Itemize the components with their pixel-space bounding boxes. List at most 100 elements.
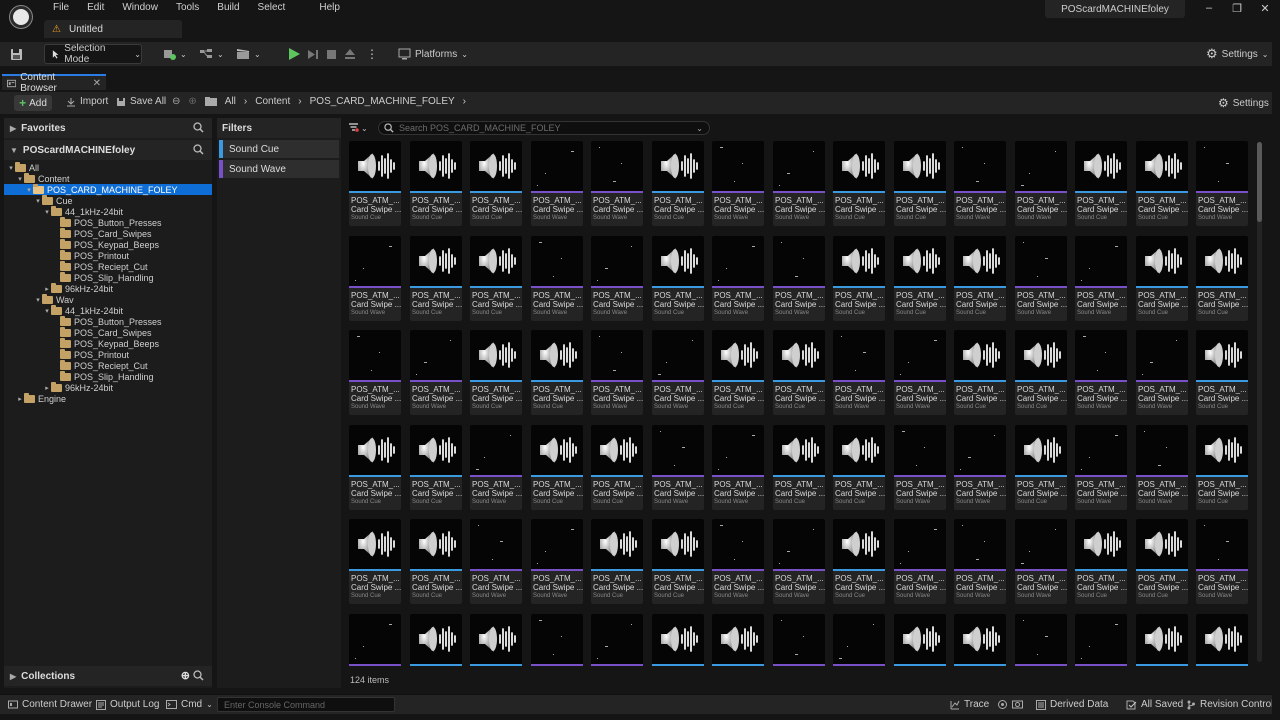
sound-cue-asset-tile[interactable]: POS_ATM_...Card Swipe ...Sound Cue — [1196, 425, 1248, 510]
sound-cue-asset-tile[interactable]: POS_ATM_...Card Swipe ...Sound Cue — [652, 519, 704, 604]
sound-wave-asset-tile[interactable]: POS_ATM_...Card Swipe ...Sound Wave — [894, 330, 946, 415]
add-content-button[interactable]: ⌄ — [162, 44, 187, 64]
close-window-icon[interactable]: ✕ — [1258, 2, 1272, 15]
sound-cue-asset-tile[interactable]: POS_ATM_...Card Swipe ...Sound Cue — [410, 614, 462, 666]
sound-cue-asset-tile[interactable]: POS_ATM_...Card Swipe ...Sound Cue — [954, 236, 1006, 321]
sound-cue-asset-tile[interactable]: POS_ATM_...Card Swipe ...Sound Cue — [652, 236, 704, 321]
sound-cue-asset-tile[interactable]: POS_ATM_...Card Swipe ...Sound Cue — [712, 330, 764, 415]
sound-wave-asset-tile[interactable]: POS_ATM_...Card Swipe ...Sound Wave — [833, 614, 885, 666]
sound-wave-asset-tile[interactable]: POS_ATM_...Card Swipe ...Sound Wave — [652, 425, 704, 510]
sound-wave-asset-tile[interactable]: POS_ATM_...Card Swipe ...Sound Wave — [1136, 330, 1188, 415]
sound-wave-asset-tile[interactable]: POS_ATM_...Card Swipe ...Sound Wave — [1196, 141, 1248, 226]
save-all-button[interactable]: Save All — [116, 96, 166, 107]
sound-wave-asset-tile[interactable]: POS_ATM_...Card Swipe ...Sound Wave — [591, 614, 643, 666]
filter-dropdown-button[interactable]: ⌄ — [348, 121, 372, 135]
chevron-right-icon[interactable]: ▸ — [43, 384, 51, 392]
sound-wave-asset-tile[interactable]: POS_ATM_...Card Swipe ...Sound Wave — [1015, 519, 1067, 604]
collections-header[interactable]: ▶ Collections ⊕ — [4, 666, 212, 686]
sound-wave-asset-tile[interactable]: POS_ATM_...Card Swipe ...Sound Wave — [954, 519, 1006, 604]
sound-cue-asset-tile[interactable]: POS_ATM_...Card Swipe ...Sound Cue — [712, 614, 764, 666]
folder-tree-item[interactable]: POS_Printout — [4, 348, 212, 360]
sound-cue-asset-tile[interactable]: POS_ATM_...Card Swipe ...Sound Cue — [1196, 614, 1248, 666]
minimize-icon[interactable]: – — [1202, 2, 1216, 15]
restore-icon[interactable]: ❐ — [1230, 2, 1244, 15]
search-icon[interactable] — [193, 144, 204, 155]
more-options-icon[interactable]: ⋮ — [366, 44, 378, 64]
sound-wave-asset-tile[interactable]: POS_ATM_...Card Swipe ...Sound Wave — [712, 425, 764, 510]
sound-cue-asset-tile[interactable]: POS_ATM_...Card Swipe ...Sound Cue — [349, 425, 401, 510]
output-log-button[interactable]: Output Log — [96, 699, 159, 710]
sound-cue-asset-tile[interactable]: POS_ATM_...Card Swipe ...Sound Cue — [470, 614, 522, 666]
content-browser-settings-button[interactable]: ⚙ Settings — [1218, 96, 1269, 110]
sound-wave-asset-tile[interactable]: POS_ATM_...Card Swipe ...Sound Wave — [1196, 519, 1248, 604]
folder-tree-item[interactable]: ▾ 44_1kHz-24bit — [4, 205, 212, 217]
folder-tree-item[interactable]: ▸ 96kHz-24bit — [4, 381, 212, 393]
chevron-down-icon[interactable]: ▾ — [7, 164, 15, 172]
sound-wave-asset-tile[interactable]: POS_ATM_...Card Swipe ...Sound Wave — [470, 425, 522, 510]
menu-item-tools[interactable]: Tools — [167, 2, 208, 16]
chevron-down-icon[interactable]: ▾ — [34, 197, 42, 205]
sound-wave-asset-tile[interactable]: POS_ATM_...Card Swipe ...Sound Wave — [1015, 614, 1067, 666]
folder-tree-item[interactable]: POS_Keypad_Beeps — [4, 337, 212, 349]
sound-wave-asset-tile[interactable]: POS_ATM_...Card Swipe ...Sound Wave — [712, 236, 764, 321]
folder-tree-item[interactable]: POS_Button_Presses — [4, 216, 212, 228]
search-icon[interactable] — [193, 122, 204, 133]
sound-wave-asset-tile[interactable]: POS_ATM_...Card Swipe ...Sound Wave — [591, 141, 643, 226]
sound-cue-asset-tile[interactable]: POS_ATM_...Card Swipe ...Sound Cue — [833, 519, 885, 604]
breadcrumb-all[interactable]: All — [225, 96, 236, 107]
sound-wave-asset-tile[interactable]: POS_ATM_...Card Swipe ...Sound Wave — [410, 330, 462, 415]
toolbar-settings-dropdown[interactable]: ⚙ Settings ⌄ — [1206, 44, 1269, 64]
sound-cue-asset-tile[interactable]: POS_ATM_...Card Swipe ...Sound Cue — [349, 141, 401, 226]
asset-scrollbar[interactable] — [1257, 142, 1262, 662]
breadcrumb-content[interactable]: Content — [255, 96, 290, 107]
add-button[interactable]: + Add — [14, 95, 52, 111]
sound-cue-asset-tile[interactable]: POS_ATM_...Card Swipe ...Sound Cue — [833, 236, 885, 321]
chevron-down-icon[interactable]: ▾ — [43, 307, 51, 315]
chevron-down-icon[interactable]: ▾ — [16, 175, 24, 183]
folder-tree-item[interactable]: ▾ All — [4, 161, 212, 173]
folder-tree-item[interactable]: POS_Slip_Handling — [4, 370, 212, 382]
sound-cue-asset-tile[interactable]: POS_ATM_...Card Swipe ...Sound Cue — [531, 330, 583, 415]
blueprint-button[interactable]: ⌄ — [199, 44, 224, 64]
sound-cue-asset-tile[interactable]: POS_ATM_...Card Swipe ...Sound Cue — [954, 330, 1006, 415]
menu-item-build[interactable]: Build — [208, 2, 248, 16]
scrollbar-thumb[interactable] — [1257, 142, 1262, 222]
folder-tree-item[interactable]: POS_Reciept_Cut — [4, 260, 212, 272]
platforms-dropdown[interactable]: Platforms ⌄ — [398, 44, 468, 64]
search-icon[interactable] — [193, 670, 204, 681]
import-button[interactable]: Import — [66, 96, 108, 107]
sound-wave-asset-tile[interactable]: POS_ATM_...Card Swipe ...Sound Wave — [531, 519, 583, 604]
folder-tree-item[interactable]: ▸ Engine — [4, 392, 212, 404]
filter-chip[interactable]: Sound Wave — [219, 160, 339, 178]
sound-wave-asset-tile[interactable]: POS_ATM_...Card Swipe ...Sound Wave — [712, 141, 764, 226]
sound-cue-asset-tile[interactable]: POS_ATM_...Card Swipe ...Sound Cue — [591, 425, 643, 510]
sound-wave-asset-tile[interactable]: POS_ATM_...Card Swipe ...Sound Wave — [954, 141, 1006, 226]
sound-wave-asset-tile[interactable]: POS_ATM_...Card Swipe ...Sound Wave — [833, 330, 885, 415]
folder-tree-item[interactable]: POS_Button_Presses — [4, 315, 212, 327]
sound-wave-asset-tile[interactable]: POS_ATM_...Card Swipe ...Sound Wave — [1015, 141, 1067, 226]
search-input[interactable]: Search POS_CARD_MACHINE_FOLEY ⌄ — [378, 121, 710, 135]
sound-wave-asset-tile[interactable]: POS_ATM_...Card Swipe ...Sound Wave — [773, 519, 825, 604]
sound-wave-asset-tile[interactable]: POS_ATM_...Card Swipe ...Sound Wave — [1136, 425, 1188, 510]
content-browser-tab[interactable]: Content Browser ✕ — [2, 72, 106, 94]
sound-cue-asset-tile[interactable]: POS_ATM_...Card Swipe ...Sound Cue — [410, 236, 462, 321]
sound-wave-asset-tile[interactable]: POS_ATM_...Card Swipe ...Sound Wave — [349, 236, 401, 321]
folder-tree-item[interactable]: ▾ Wav — [4, 293, 212, 305]
play-button[interactable] — [287, 44, 301, 64]
menu-item-edit[interactable]: Edit — [78, 2, 113, 16]
sound-cue-asset-tile[interactable]: POS_ATM_...Card Swipe ...Sound Cue — [410, 141, 462, 226]
sound-cue-asset-tile[interactable]: POS_ATM_...Card Swipe ...Sound Cue — [833, 425, 885, 510]
derived-data-button[interactable]: Derived Data — [1036, 699, 1108, 710]
sound-cue-asset-tile[interactable]: POS_ATM_...Card Swipe ...Sound Cue — [531, 425, 583, 510]
sound-wave-asset-tile[interactable]: POS_ATM_...Card Swipe ...Sound Wave — [773, 236, 825, 321]
folder-tree-item[interactable]: ▾ Content — [4, 172, 212, 184]
sound-cue-asset-tile[interactable]: POS_ATM_...Card Swipe ...Sound Cue — [470, 330, 522, 415]
sound-cue-asset-tile[interactable]: POS_ATM_...Card Swipe ...Sound Cue — [652, 141, 704, 226]
sound-wave-asset-tile[interactable]: POS_ATM_...Card Swipe ...Sound Wave — [712, 519, 764, 604]
sound-wave-asset-tile[interactable]: POS_ATM_...Card Swipe ...Sound Wave — [349, 614, 401, 666]
sound-wave-asset-tile[interactable]: POS_ATM_...Card Swipe ...Sound Wave — [531, 141, 583, 226]
back-icon[interactable]: ⊖ — [172, 96, 180, 107]
stop-button[interactable] — [326, 44, 337, 64]
sound-wave-asset-tile[interactable]: POS_ATM_...Card Swipe ...Sound Wave — [531, 236, 583, 321]
eject-button[interactable] — [344, 44, 356, 64]
